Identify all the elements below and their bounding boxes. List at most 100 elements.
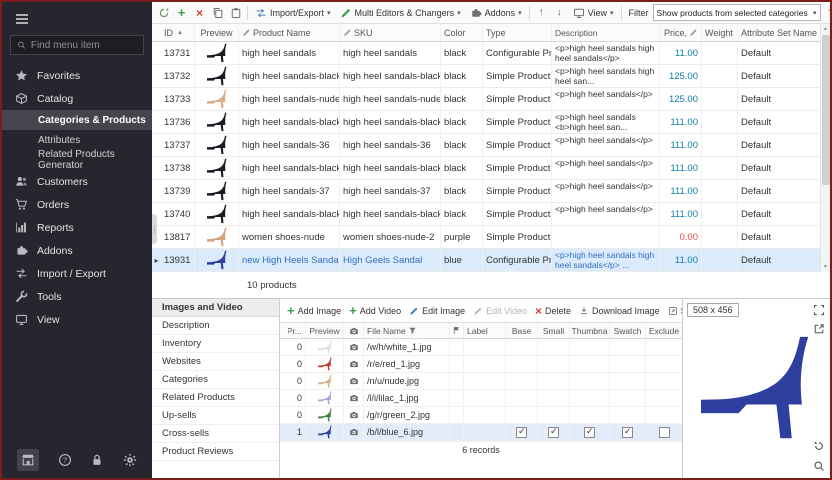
swatch-checkbox[interactable] — [622, 393, 633, 404]
delete-image-button[interactable]: ×Delete — [532, 305, 574, 317]
small-checkbox[interactable] — [548, 359, 559, 370]
column-header-file-name[interactable]: File Name — [364, 323, 450, 338]
import-export-menu[interactable]: Import/Export▾ — [251, 4, 335, 22]
detail-tab[interactable]: Websites — [152, 353, 279, 371]
column-header-color[interactable]: Color — [441, 24, 483, 41]
download-image-button[interactable]: Download Image — [576, 306, 663, 316]
detail-tab[interactable]: Description — [152, 317, 279, 335]
small-checkbox[interactable] — [548, 376, 559, 387]
column-header-thumbnail[interactable]: Thumbna — [570, 323, 610, 338]
product-row[interactable]: ▸ 13733 high heel sandals-nude high heel… — [152, 88, 820, 111]
column-header-price[interactable]: Price, — [660, 24, 702, 41]
sidebar-item-view[interactable]: View — [2, 308, 152, 331]
detail-tab[interactable]: Product Reviews — [152, 443, 279, 461]
delete-product-button[interactable]: × — [191, 4, 208, 21]
swatch-checkbox[interactable] — [622, 427, 633, 438]
thumbnail-checkbox[interactable] — [584, 427, 595, 438]
image-row[interactable]: ▸ 0 /r/e/red_1.jpg — [280, 356, 682, 373]
base-checkbox[interactable] — [516, 376, 527, 387]
column-header-weight[interactable]: Weight — [702, 24, 738, 41]
sidebar-item-attributes[interactable]: Attributes — [2, 130, 152, 150]
base-checkbox[interactable] — [516, 359, 527, 370]
swatch-checkbox[interactable] — [622, 342, 633, 353]
set-resize-rule-button[interactable]: Set Resize Rule — [665, 306, 682, 316]
product-row[interactable]: ▸ 13931 new High Heels Sandals High Geel… — [152, 249, 820, 272]
product-row[interactable]: ▸ 13736 high heel sandals-black-36 high … — [152, 111, 820, 134]
column-header-type[interactable]: Type — [483, 24, 552, 41]
scrollbar-thumb[interactable] — [822, 35, 830, 185]
column-header-description[interactable]: Description — [552, 24, 660, 41]
panel-collapse-handle[interactable] — [152, 214, 157, 244]
view-menu[interactable]: View▾ — [569, 4, 618, 22]
sort-desc-button[interactable]: ↓ — [551, 4, 568, 21]
detail-tab[interactable]: Images and Video — [152, 299, 279, 317]
exclude-checkbox[interactable] — [659, 376, 670, 387]
sidebar-item-customers[interactable]: Customers — [2, 170, 152, 193]
rotate-button[interactable] — [813, 440, 825, 452]
search-input[interactable] — [31, 40, 137, 51]
image-row[interactable]: ▸ 0 /l/i/lilac_1.jpg — [280, 390, 682, 407]
image-row[interactable]: ▸ 1 /b/l/blue_6.jpg — [280, 424, 682, 441]
settings-button[interactable] — [123, 453, 137, 467]
sidebar-item-catalog[interactable]: Catalog — [2, 87, 152, 110]
small-checkbox[interactable] — [548, 342, 559, 353]
exclude-checkbox[interactable] — [659, 393, 670, 404]
sidebar-item-related-products-generator[interactable]: Related Products Generator — [2, 150, 152, 170]
store-button[interactable] — [17, 449, 39, 471]
sidebar-item-addons[interactable]: Addons — [2, 239, 152, 262]
sidebar-item-reports[interactable]: Reports — [2, 216, 152, 239]
thumbnail-checkbox[interactable] — [584, 393, 595, 404]
exclude-checkbox[interactable] — [659, 427, 670, 438]
image-row[interactable]: ▸ 0 /w/h/white_1.jpg — [280, 339, 682, 356]
vertical-scrollbar[interactable]: ▲ ▼ — [820, 24, 830, 272]
column-header-sku[interactable]: SKU — [340, 24, 441, 41]
exclude-checkbox[interactable] — [659, 359, 670, 370]
column-header-exclude[interactable]: Exclude — [646, 323, 682, 338]
addons-menu[interactable]: Addons▾ — [466, 4, 526, 22]
column-header-id[interactable]: ID▲ — [161, 24, 195, 41]
base-checkbox[interactable] — [516, 342, 527, 353]
zoom-button[interactable] — [813, 460, 825, 472]
detail-tab[interactable]: Inventory — [152, 335, 279, 353]
category-filter-select[interactable]: Show products from selected categories▾ — [653, 4, 821, 21]
column-header-position[interactable]: Pr... — [288, 323, 306, 338]
filters-button[interactable]: Filters▾ — [822, 4, 830, 22]
lock-button[interactable] — [90, 453, 104, 467]
copy-button[interactable] — [209, 4, 226, 21]
swatch-checkbox[interactable] — [622, 376, 633, 387]
sidebar-item-categories-products[interactable]: Categories & Products — [2, 110, 152, 130]
edit-image-button[interactable]: Edit Image — [406, 306, 468, 316]
add-product-button[interactable]: + — [173, 4, 190, 21]
product-row[interactable]: ▸ 13739 high heel sandals-37 high heel s… — [152, 180, 820, 203]
product-row[interactable]: ▸ 13738 high heel sandals-black-37 high … — [152, 157, 820, 180]
swatch-checkbox[interactable] — [622, 359, 633, 370]
fullscreen-button[interactable] — [813, 304, 825, 316]
swatch-checkbox[interactable] — [622, 410, 633, 421]
column-header-product-name[interactable]: Product Name — [239, 24, 340, 41]
image-row[interactable]: ▸ 0 /g/r/green_2.jpg — [280, 407, 682, 424]
scroll-down-arrow[interactable]: ▼ — [821, 262, 830, 272]
thumbnail-checkbox[interactable] — [584, 376, 595, 387]
column-header-media-type[interactable] — [344, 323, 364, 338]
sidebar-item-tools[interactable]: Tools — [2, 285, 152, 308]
base-checkbox[interactable] — [516, 410, 527, 421]
exclude-checkbox[interactable] — [659, 342, 670, 353]
help-button[interactable] — [58, 453, 72, 467]
sidebar-item-import-export[interactable]: Import / Export — [2, 262, 152, 285]
thumbnail-checkbox[interactable] — [584, 342, 595, 353]
small-checkbox[interactable] — [548, 427, 559, 438]
base-checkbox[interactable] — [516, 393, 527, 404]
thumbnail-checkbox[interactable] — [584, 410, 595, 421]
base-checkbox[interactable] — [516, 427, 527, 438]
detail-tab[interactable]: Related Products — [152, 389, 279, 407]
product-row[interactable]: ▸ 13737 high heel sandals-36 high heel s… — [152, 134, 820, 157]
thumbnail-checkbox[interactable] — [584, 359, 595, 370]
product-row[interactable]: ▸ 13732 high heel sandals-black high hee… — [152, 65, 820, 88]
small-checkbox[interactable] — [548, 410, 559, 421]
column-header-small[interactable]: Small — [538, 323, 570, 338]
column-header-label[interactable]: Label — [464, 323, 506, 338]
exclude-checkbox[interactable] — [659, 410, 670, 421]
sidebar-item-favorites[interactable]: Favorites — [2, 64, 152, 87]
column-header-attribute-set[interactable]: Attribute Set Name — [738, 24, 820, 41]
detail-tab[interactable]: Cross-sells — [152, 425, 279, 443]
